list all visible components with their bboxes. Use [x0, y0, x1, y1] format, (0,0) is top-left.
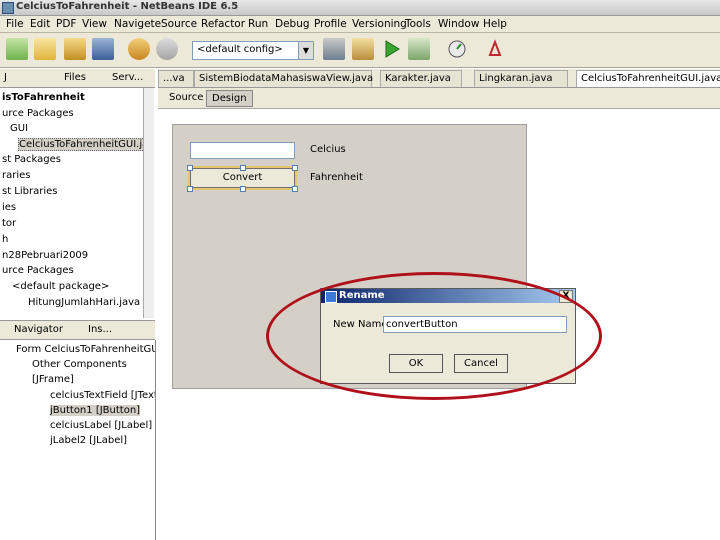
menu-source[interactable]: Source: [161, 18, 197, 30]
tab-files[interactable]: Files: [64, 72, 86, 83]
tab-services[interactable]: Serv...: [112, 72, 143, 83]
tree-item-selected[interactable]: CelciusToFahrenheitGUI.ja: [18, 138, 143, 151]
editor-tab[interactable]: Lingkaran.java: [474, 70, 568, 87]
tree-item[interactable]: h: [2, 234, 8, 245]
save-all-icon[interactable]: [92, 38, 114, 60]
resize-handle[interactable]: [240, 186, 246, 192]
tree-item[interactable]: tor: [2, 218, 16, 229]
tree-item[interactable]: ies: [2, 202, 16, 213]
source-view-button[interactable]: Source: [164, 90, 208, 105]
menu-pdf[interactable]: PDF: [56, 18, 76, 30]
tree-item[interactable]: n28Pebruari2009: [2, 250, 88, 261]
menu-run[interactable]: Run: [248, 18, 268, 30]
tab-inspector[interactable]: Ins...: [88, 324, 112, 335]
tree-item[interactable]: jLabel2 [JLabel]: [50, 435, 127, 446]
project-tree-scrollbar[interactable]: [143, 88, 154, 318]
tree-item[interactable]: isToFahrenheit: [2, 92, 85, 103]
celcius-label[interactable]: Celcius: [310, 144, 346, 155]
config-select-value: <default config>: [197, 44, 283, 55]
tree-item[interactable]: raries: [2, 170, 31, 181]
tree-item[interactable]: <default package>: [12, 281, 109, 292]
tree-item[interactable]: celciusLabel [JLabel]: [50, 420, 152, 431]
close-icon[interactable]: X: [559, 290, 573, 303]
editor-toolbar: Source Design: [158, 88, 720, 109]
editor-tab[interactable]: SistemBiodataMahasiswaView.java: [194, 70, 373, 87]
tree-item[interactable]: [JFrame]: [32, 374, 74, 385]
design-view-button[interactable]: Design: [206, 90, 253, 107]
editor-tab[interactable]: ...va: [158, 70, 194, 87]
project-tree: isToFahrenheit urce Packages GUI Celcius…: [0, 88, 144, 318]
editor-tab[interactable]: Karakter.java: [380, 70, 462, 87]
rename-dialog: Rename X New Name: convertButton OK Canc…: [320, 288, 576, 384]
window-titlebar: CelciusToFahrenheit - NetBeans IDE 6.5: [0, 0, 720, 16]
menu-navigate[interactable]: Navigete: [114, 18, 161, 30]
ok-button[interactable]: OK: [389, 354, 443, 373]
menu-tools[interactable]: Tools: [405, 18, 431, 30]
resize-handle[interactable]: [292, 186, 298, 192]
debug-icon[interactable]: [408, 38, 430, 60]
menu-window[interactable]: Window: [438, 18, 479, 30]
resize-handle[interactable]: [187, 165, 193, 171]
resize-handle[interactable]: [240, 165, 246, 171]
menu-view[interactable]: View: [82, 18, 107, 30]
config-select[interactable]: <default config> ▼: [192, 41, 314, 60]
redo-icon[interactable]: [156, 38, 178, 60]
new-name-input[interactable]: convertButton: [383, 316, 567, 333]
menu-profile[interactable]: Profile: [314, 18, 347, 30]
fahrenheit-label[interactable]: Fahrenheit: [310, 172, 363, 183]
menu-bar: File Edit PDF View Navigete Source Refac…: [0, 16, 720, 33]
pdf-icon[interactable]: [484, 38, 506, 60]
menu-file[interactable]: File: [6, 18, 24, 30]
tree-item[interactable]: celciusTextField [JTextFi: [50, 390, 155, 401]
undo-icon[interactable]: [128, 38, 150, 60]
menu-edit[interactable]: Edit: [30, 18, 50, 30]
build-hammer-icon[interactable]: [323, 38, 345, 60]
menu-refactor[interactable]: Refactor: [201, 18, 245, 30]
tree-item-selected[interactable]: jButton1 [JButton]: [50, 405, 141, 416]
cancel-button[interactable]: Cancel: [454, 354, 508, 373]
editor-tabs: ...va SistemBiodataMahasiswaView.java Ka…: [158, 69, 720, 88]
clean-build-icon[interactable]: [352, 38, 374, 60]
new-file-icon[interactable]: [34, 38, 56, 60]
convert-button[interactable]: Convert: [190, 168, 295, 188]
tree-item[interactable]: Other Components: [32, 359, 127, 370]
menu-versioning[interactable]: Versioning: [352, 18, 407, 30]
open-project-icon[interactable]: [64, 38, 86, 60]
tree-item[interactable]: GUI: [10, 123, 28, 134]
profile-gauge-icon[interactable]: [446, 38, 468, 60]
chevron-down-icon[interactable]: ▼: [298, 42, 313, 59]
netbeans-app-icon: [2, 2, 14, 14]
tree-item[interactable]: HitungJumlahHari.java: [28, 297, 140, 308]
resize-handle[interactable]: [292, 165, 298, 171]
tree-item[interactable]: Form CelciusToFahrenheitGUI: [16, 344, 155, 355]
tree-item[interactable]: urce Packages: [2, 108, 74, 119]
rename-dialog-title: Rename: [339, 290, 385, 301]
resize-handle[interactable]: [187, 186, 193, 192]
tab-projects[interactable]: J: [4, 72, 7, 83]
window-title: CelciusToFahrenheit - NetBeans IDE 6.5: [16, 1, 239, 12]
rename-dialog-titlebar: Rename X: [321, 289, 575, 303]
navigator-tree: Form CelciusToFahrenheitGUI Other Compon…: [0, 340, 156, 540]
tree-item[interactable]: st Packages: [2, 154, 61, 165]
project-panel-tabs: J Files Serv...: [0, 69, 155, 88]
dialog-cube-icon: [325, 291, 337, 303]
tab-navigator[interactable]: Navigator: [14, 324, 63, 335]
navigator-panel-tabs: Navigator Ins...: [0, 320, 155, 340]
editor-tab-active[interactable]: CelciusToFahrenheitGUI.java: [576, 70, 720, 87]
menu-debug[interactable]: Debug: [275, 18, 310, 30]
run-icon[interactable]: [381, 38, 403, 60]
new-project-icon[interactable]: [6, 38, 28, 60]
menu-help[interactable]: Help: [483, 18, 507, 30]
main-toolbar: <default config> ▼: [0, 33, 720, 68]
tree-item[interactable]: st Libraries: [2, 186, 58, 197]
celcius-text-field[interactable]: [190, 142, 295, 159]
tree-item[interactable]: urce Packages: [2, 265, 74, 276]
